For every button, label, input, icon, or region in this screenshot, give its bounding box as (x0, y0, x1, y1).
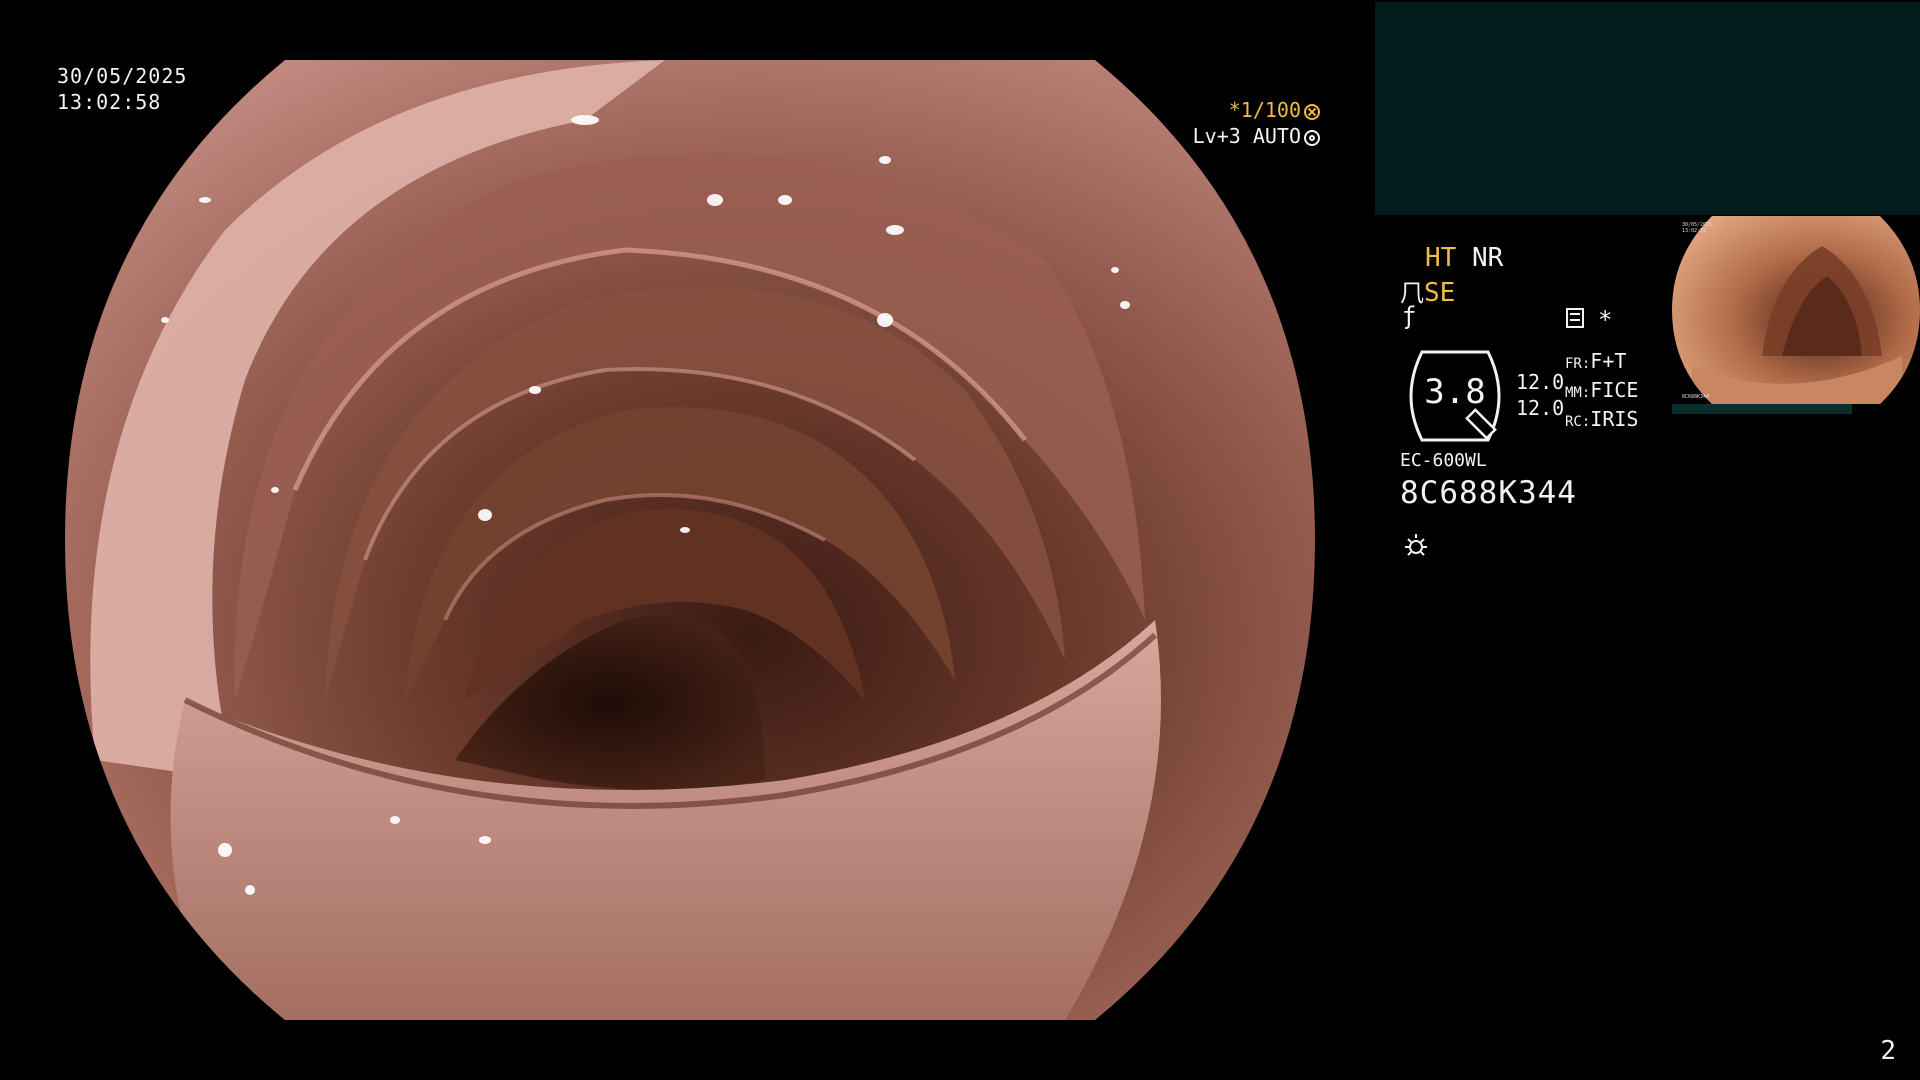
pip-panel (1375, 2, 1920, 215)
thumbnail-status-bar (1672, 404, 1852, 414)
enhancement-row-1: HT NR (1425, 243, 1503, 273)
magnification-values: 12.0 12.0 (1516, 369, 1564, 421)
mode-settings: FR:F+T MM:FICE RC:IRIS (1565, 348, 1638, 435)
shutter-block: *1/100 Lv+3 AUTO (1160, 98, 1320, 148)
fr-value: F+T (1590, 349, 1627, 373)
mag-value-2: 12.0 (1516, 396, 1565, 420)
mm-label: MM: (1565, 385, 1591, 401)
lamp-icon (1402, 532, 1430, 564)
thumbnail-time: 13:02:58 (1682, 228, 1706, 234)
asterisk-indicator: * (1598, 306, 1613, 334)
datetime-block: 30/05/2025 13:02:58 (57, 63, 187, 115)
zoom-indicator: 3.8 (1400, 350, 1510, 442)
rc-value: IRIS (1590, 407, 1639, 431)
page-number: 2 (1880, 1036, 1896, 1066)
thumbnail-serial: 8C688K344 (1682, 394, 1709, 400)
fr-label: FR: (1565, 356, 1591, 372)
thumbnail-preview: 30/05/2025 13:02:58 8C688K344 (1672, 216, 1920, 404)
nr-label: NR (1471, 243, 1504, 273)
endoscope-image (65, 60, 1315, 1020)
color-filter-icon: ƒ (1402, 302, 1417, 330)
shutter-value: *1/100 (1228, 98, 1301, 122)
scope-serial: 8C688K344 (1400, 475, 1577, 511)
zoom-value: 3.8 (1424, 372, 1486, 412)
mag-value-1: 12.0 (1516, 370, 1565, 394)
light-mode: AUTO (1252, 124, 1301, 148)
thumbnail-image: 30/05/2025 13:02:58 8C688K344 (1672, 216, 1920, 404)
image-mode-icon (1566, 308, 1584, 328)
endoscope-view (65, 60, 1315, 1020)
exam-date: 30/05/2025 (57, 64, 188, 88)
exam-time: 13:02:58 (57, 90, 162, 114)
ht-label: HT (1425, 243, 1457, 273)
shutter-speed-icon (1304, 104, 1320, 120)
iris-icon (1304, 130, 1320, 146)
se-label: SE (1424, 278, 1456, 308)
scope-model: EC-600WL (1400, 450, 1487, 471)
light-level: Lv+3 (1192, 124, 1241, 148)
rc-label: RC: (1565, 414, 1591, 430)
mm-value: FICE (1590, 378, 1639, 402)
